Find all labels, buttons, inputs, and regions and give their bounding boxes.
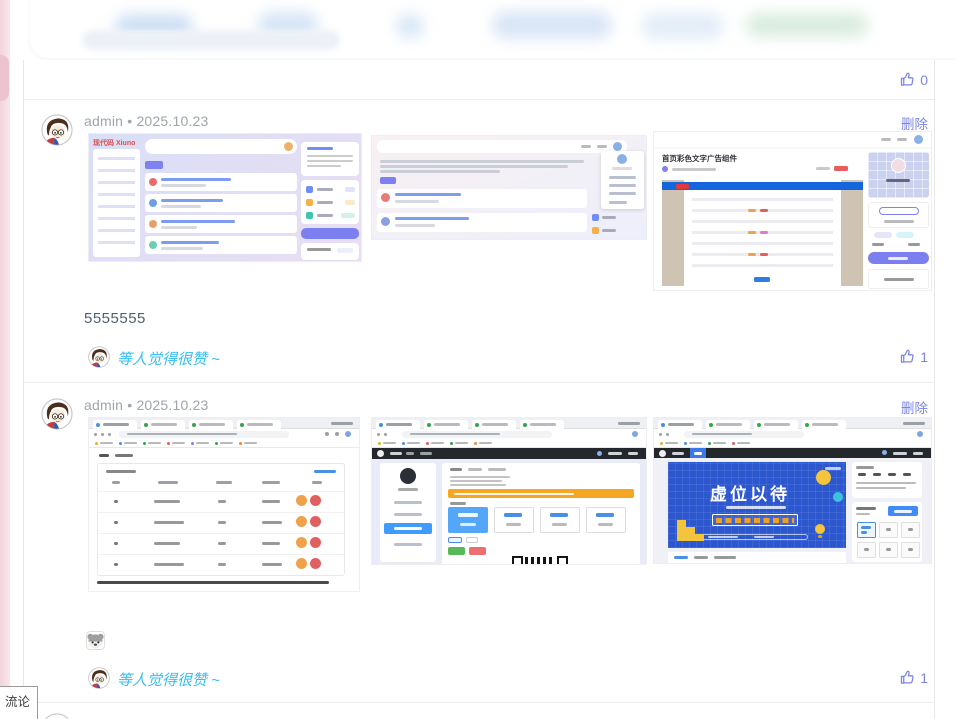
page-edge-blob (0, 55, 9, 101)
mini-ad-banner: 虚位以待 (668, 462, 846, 548)
attachment-thumbnail-browser-pricing[interactable] (371, 417, 647, 565)
thumbs-up-icon (899, 669, 916, 686)
mini-banner-title: 虚位以待 (668, 480, 832, 505)
blur-bar (82, 30, 340, 50)
mini-screenshot (662, 180, 863, 286)
previous-comment-like-row: 0 (24, 60, 934, 100)
mini-table-card (97, 463, 345, 576)
mini-stairs-decoration (677, 520, 686, 527)
praise-avatar-icon (88, 346, 110, 368)
like-button[interactable]: 0 (899, 71, 928, 88)
thumbs-up-icon (899, 348, 916, 365)
admin-avatar-icon[interactable] (41, 114, 73, 146)
like-count: 0 (920, 72, 928, 88)
praise-text[interactable]: 等人觉得很赞 ~ (117, 348, 220, 369)
comment-date: 2025.10.23 (136, 397, 208, 413)
mini-lightbulb-decoration (815, 524, 825, 534)
comment-header: admin • 2025.10.23 (84, 397, 209, 413)
attachment-thumbnail-forum-dropdown[interactable] (371, 135, 647, 240)
comment-header: admin • 2025.10.23 (84, 113, 209, 129)
mini-qr-code (512, 556, 568, 565)
comment-date: 2025.10.23 (136, 113, 208, 129)
like-count: 1 (920, 349, 928, 365)
comment-body: 5555555 (84, 310, 146, 327)
koala-sticker-icon (86, 631, 105, 650)
mini-user-dropdown (601, 151, 644, 209)
blurred-form-card (30, 0, 956, 58)
mini-main-panel (442, 463, 640, 565)
page-edge-background (0, 0, 10, 719)
comments-panel: 0 admin • 2025.10.23 删除 现代 (23, 60, 935, 719)
attachment-thumbnail-browser-table[interactable] (88, 417, 360, 592)
thumbs-up-icon (899, 71, 916, 88)
blur-blob (642, 13, 724, 39)
comment-author: admin (84, 397, 123, 413)
comment-item: admin • 2025.10.23 删除 现代码 Xiuno (24, 100, 934, 383)
like-button[interactable]: 1 (899, 348, 928, 365)
next-comment-partial (24, 703, 934, 719)
praise-avatar-icon (88, 667, 110, 689)
attachment-thumbnail-post-detail[interactable]: 首页彩色文字广告组件 (653, 131, 932, 291)
praise-text[interactable]: 等人觉得很赞 ~ (117, 669, 220, 690)
comment-item: admin • 2025.10.23 删除 (24, 383, 934, 703)
blur-blob (492, 11, 612, 39)
mini-sidebar (380, 463, 436, 562)
mini-profile-banner (868, 152, 929, 198)
mini-browser-tabs (89, 418, 359, 429)
attachment-thumbnail-browser-banner[interactable]: 虚位以待 (653, 417, 932, 564)
like-count: 1 (920, 670, 928, 686)
link-preview-tooltip: 流论 (0, 686, 38, 719)
comment-author: admin (84, 113, 123, 129)
delete-button[interactable]: 删除 (901, 397, 928, 417)
tooltip-text: 流论 (5, 695, 30, 709)
attachment-thumbnail-forum-home[interactable]: 现代码 Xiuno (88, 133, 362, 262)
mini-forum-logo: 现代码 Xiuno (93, 138, 135, 148)
mini-dark-navbar (372, 448, 646, 459)
blur-blob (746, 13, 868, 37)
like-button[interactable]: 1 (899, 669, 928, 686)
blur-blob (396, 14, 424, 38)
mini-dark-navbar (654, 448, 931, 458)
mini-post-title: 首页彩色文字广告组件 (662, 153, 737, 164)
next-comment-avatar-icon (41, 713, 73, 719)
admin-avatar-icon[interactable] (41, 398, 73, 430)
delete-button[interactable]: 删除 (901, 113, 928, 133)
mini-horizontal-scrollbar (97, 581, 329, 584)
